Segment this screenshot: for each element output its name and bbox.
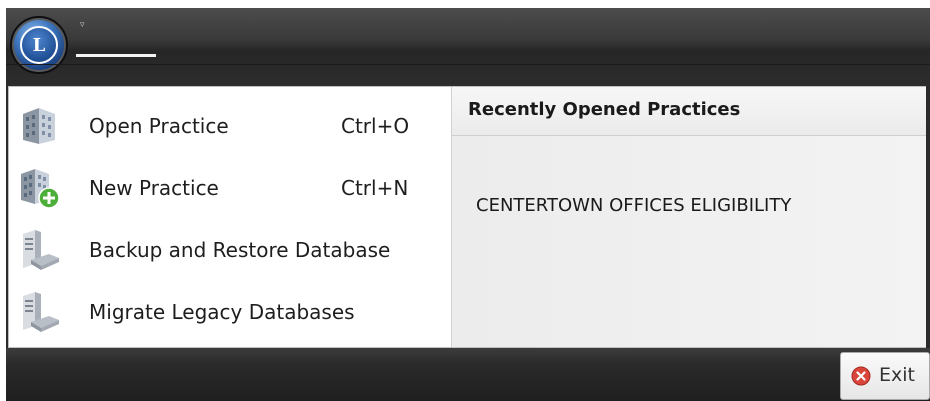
chevron-down-icon: ▿	[80, 20, 85, 30]
exit-label: Exit	[879, 364, 915, 386]
building-add-icon	[21, 169, 60, 209]
close-circle-icon	[851, 366, 871, 386]
application-menu: Open Practice Ctrl+O New Practice Ctrl+N…	[8, 86, 926, 348]
menu-item-migrate-legacy[interactable]: Migrate Legacy Databases	[9, 281, 449, 343]
ribbon-header: L ▿	[6, 8, 930, 86]
app-window: L ▿ Open Practice Ctrl+O New Practice Ct…	[6, 8, 930, 401]
building-icon	[23, 108, 55, 144]
recent-practices-panel: Recently Opened Practices CENTERTOWN OFF…	[451, 87, 926, 347]
quick-access-toolbar-dropdown[interactable]: ▿	[80, 20, 85, 30]
menu-footer: Exit	[6, 348, 930, 401]
recent-practices-title: Recently Opened Practices	[468, 99, 741, 120]
server-icon	[23, 230, 59, 270]
menu-commands: Open Practice Ctrl+O New Practice Ctrl+N…	[9, 87, 449, 347]
server-icon	[23, 292, 59, 332]
menu-item-shortcut: Ctrl+N	[341, 176, 409, 200]
divider	[6, 64, 930, 65]
recent-practices-header: Recently Opened Practices	[452, 87, 926, 136]
menu-item-label: Backup and Restore Database	[89, 238, 391, 262]
app-logo-icon: L	[20, 26, 58, 64]
menu-item-label: Open Practice	[89, 114, 229, 138]
ribbon-tab-indicator	[76, 54, 156, 57]
recent-practice-item[interactable]: CENTERTOWN OFFICES ELIGIBILITY	[476, 195, 791, 216]
menu-item-new-practice[interactable]: New Practice Ctrl+N	[9, 157, 449, 219]
menu-item-open-practice[interactable]: Open Practice Ctrl+O	[9, 95, 449, 157]
application-menu-button[interactable]: L	[10, 16, 68, 74]
menu-item-label: New Practice	[89, 176, 219, 200]
app-logo-letter: L	[32, 34, 46, 56]
menu-item-shortcut: Ctrl+O	[341, 114, 410, 138]
exit-button[interactable]: Exit	[840, 352, 930, 400]
menu-item-label: Migrate Legacy Databases	[89, 300, 355, 324]
menu-item-backup-restore[interactable]: Backup and Restore Database	[9, 219, 449, 281]
